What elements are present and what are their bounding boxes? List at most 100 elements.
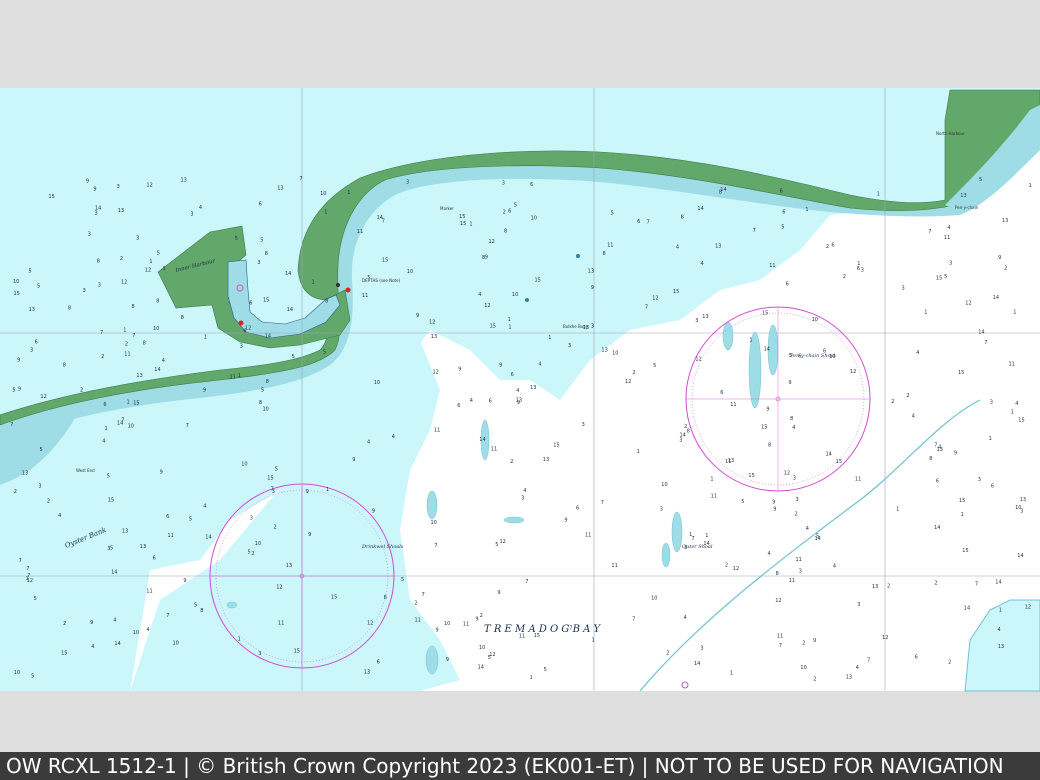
depth-sounding: 8 [325,299,328,305]
depth-sounding: 1 [1011,409,1014,415]
depth-sounding: 15 [958,370,964,376]
depth-sounding: 2 [891,399,894,405]
depth-sounding: 5 [781,224,784,230]
depth-sounding: 3 [949,261,952,267]
depth-sounding: 7 [300,176,303,182]
depth-sounding: 15 [294,649,300,655]
depth-sounding: 8 [132,304,135,310]
depth-sounding: 5 [544,667,547,673]
depth-sounding: 8 [681,215,684,221]
depth-sounding: 2 [887,583,890,589]
depth-sounding: 15 [836,459,842,465]
depth-sounding: 9 [306,489,309,495]
depth-sounding: 10 [374,380,380,386]
depth-sounding: 1 [469,222,472,228]
depth-sounding: 8 [790,416,793,422]
depth-sounding: 9 [93,187,96,193]
depth-sounding: 11 [357,229,363,235]
depth-sounding: 2 [480,613,483,619]
depth-sounding: 7 [10,422,13,428]
chart-canvas[interactable]: 2891283315159343644124110713421313961115… [0,0,1040,752]
depth-sounding: 6 [243,328,246,334]
nautical-chart[interactable]: 2 8 9 12 8 3 3 15 15 9 3 4 3 6 4 4 12 4 1 10 7 13 4 2 13 13 9 6 11 15… [0,0,1040,752]
depth-sounding: 14 [154,367,160,373]
depth-sounding: 7 [186,423,189,429]
depth-sounding: 5 [12,388,15,394]
depth-sounding: 12 [276,585,282,591]
depth-sounding: 5 [235,236,238,242]
depth-sounding: 11 [796,557,802,563]
depth-sounding: 13 [715,244,721,250]
depth-sounding: 1 [749,338,752,344]
depth-sounding: 6 [35,339,38,345]
depth-sounding: 8 [504,229,507,235]
depth-sounding: 2 [826,244,829,250]
depth-sounding: 8 [687,428,690,434]
depth-sounding: 12 [489,239,495,245]
depth-sounding: 14 [978,329,984,335]
depth-sounding: 2 [795,512,798,518]
west-end-label: West End [76,468,95,473]
depth-sounding: 7 [26,566,29,572]
depth-sounding: 1 [508,317,511,323]
depth-sounding: 5 [611,210,614,216]
depth-sounding: 4 [113,617,116,623]
depth-sounding: 15 [553,443,559,449]
depth-sounding: 3 [990,399,993,405]
depth-sounding: 10 [812,317,818,323]
depth-sounding: 3 [861,268,864,274]
depth-sounding: 11 [168,533,174,539]
depth-sounding: 12 [965,301,971,307]
depth-sounding: 10 [431,520,437,526]
depth-sounding: 13 [702,314,708,320]
depth-sounding: 14 [964,606,970,612]
depth-sounding: 9 [352,457,355,463]
depth-sounding: 4 [367,439,370,445]
depth-sounding: 12 [367,621,373,627]
depth-sounding: 1 [530,675,533,681]
depth-sounding: 10 [800,665,806,671]
depth-sounding: 3 [591,323,594,329]
depth-sounding: 4 [912,414,915,420]
depth-sounding: 13 [136,373,142,379]
depth-sounding: 9 [499,363,502,369]
depth-sounding: 11 [278,620,284,626]
depth-sounding: 10 [241,462,247,468]
depth-sounding: 12 [775,598,781,604]
depth-sounding: 13 [543,457,549,463]
depth-sounding: 14 [697,206,703,212]
depth-sounding: 4 [768,551,771,557]
depth-sounding: 1 [710,477,713,483]
depth-sounding: 14 [680,432,686,438]
depth-sounding: 2 [948,660,951,666]
depth-sounding: 11 [1009,361,1015,367]
depth-sounding: 2 [14,489,17,495]
depth-sounding: 7 [434,543,437,549]
depth-sounding: 15 [133,400,139,406]
depth-sounding: 4 [199,205,202,211]
depth-sounding: 4 [947,225,950,231]
depth-sounding: 4 [91,644,94,650]
depth-sounding: 10 [320,191,326,197]
depth-sounding: 2 [80,388,83,394]
depth-sounding: 15 [61,650,67,656]
depth-sounding: 3 [857,602,860,608]
depth-sounding: 2 [63,621,66,627]
depth-sounding: 13 [530,385,536,391]
depth-sounding: 3 [88,231,91,237]
depth-sounding: 15 [14,291,20,297]
depth-sounding: 11 [491,447,497,453]
depth-sounding: 3 [38,484,41,490]
depth-sounding: 12 [484,303,490,309]
depth-sounding: 14 [114,641,120,647]
depth-sounding: 15 [490,324,496,330]
depth-sounding: 14 [694,661,700,667]
depth-sounding: 9 [436,628,439,634]
depth-sounding: 6 [576,505,579,511]
depth-sounding: 5 [110,546,113,552]
pen-y-chain-label: Pen-y-chain [955,205,979,210]
depth-sounding: 6 [530,182,533,188]
depth-sounding: 6 [508,208,511,214]
depth-sounding: 14 [479,437,485,443]
depth-sounding: 4 [684,615,687,621]
